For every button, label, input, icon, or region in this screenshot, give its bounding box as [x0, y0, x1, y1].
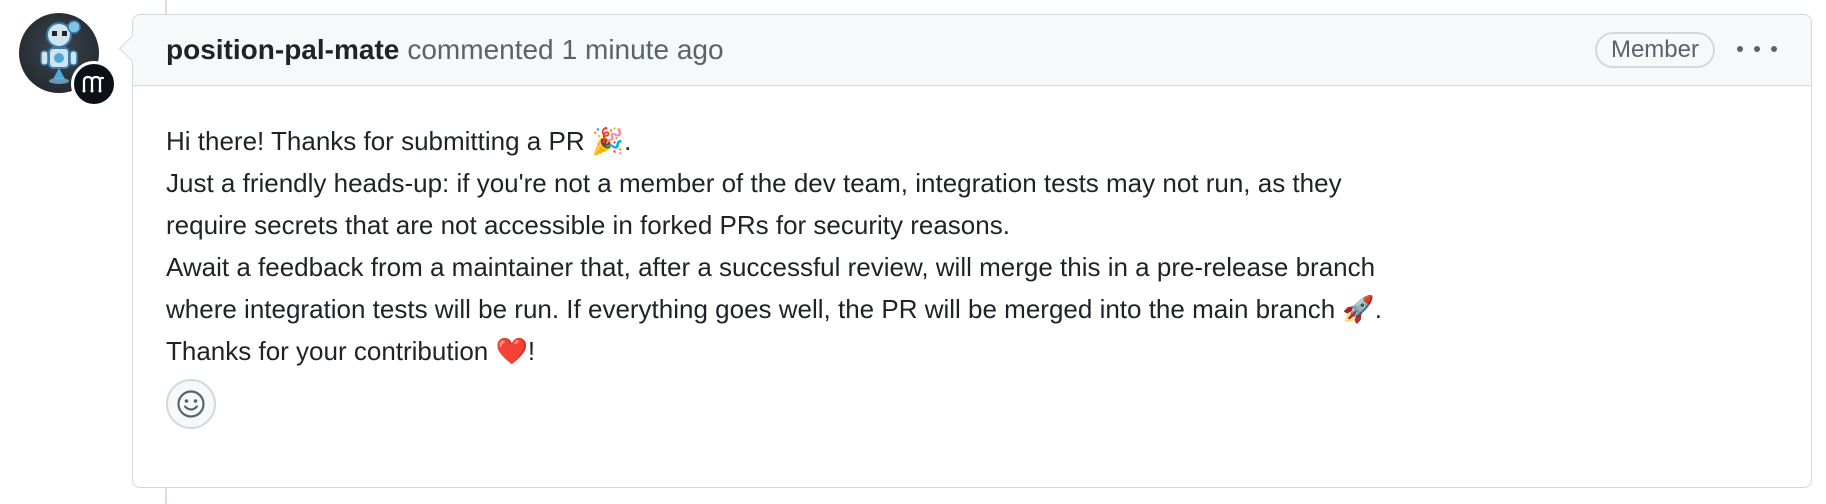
comment-box: position-pal-mate commented 1 minute ago… [119, 14, 1812, 488]
kebab-dot [1737, 46, 1743, 52]
kebab-dot [1754, 46, 1760, 52]
comment-body-line: Await a feedback from a maintainer that,… [166, 252, 1376, 282]
comment-body-line: require secrets that are not accessible … [166, 210, 1010, 240]
comment-body: Hi there! Thanks for submitting a PR 🎉. … [133, 86, 1811, 372]
smiley-icon [177, 390, 205, 418]
comment-header: position-pal-mate commented 1 minute ago… [119, 15, 1811, 86]
kebab-dot [1771, 46, 1777, 52]
comment-body-line: Just a friendly heads-up: if you're not … [166, 168, 1342, 198]
author-role-badge: Member [1594, 32, 1715, 68]
comment-body-line: where integration tests will be run. If … [166, 294, 1382, 324]
comment-body-line: Hi there! Thanks for submitting a PR 🎉. [166, 126, 632, 156]
comment-body-line: Thanks for your contribution ❤️! [166, 336, 536, 366]
add-reaction-button[interactable] [166, 379, 216, 429]
comment-timestamp-link[interactable]: 1 minute ago [562, 34, 724, 66]
kebab-horizontal-icon[interactable] [1737, 37, 1777, 61]
author-avatar-container[interactable] [19, 13, 119, 113]
header-pointer-arrow [119, 35, 146, 62]
comment-author-link[interactable]: position-pal-mate [166, 34, 399, 66]
app-bot-badge-icon [71, 61, 117, 107]
comment-action-text: commented [407, 34, 554, 65]
